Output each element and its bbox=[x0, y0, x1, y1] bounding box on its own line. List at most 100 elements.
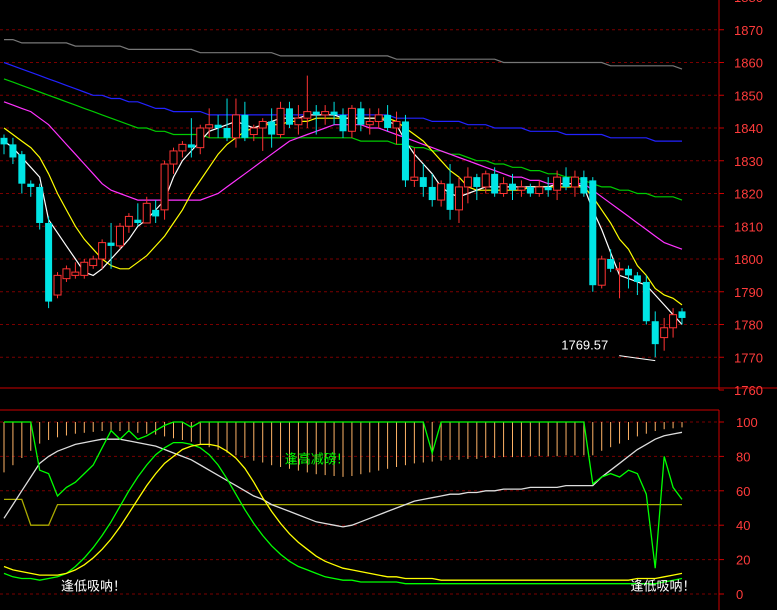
candle-body-up bbox=[347, 107, 356, 132]
candle-body-down bbox=[214, 124, 222, 128]
annotation-label: 逢低吸呐！ bbox=[631, 579, 696, 594]
sub-y-tick-label: 60 bbox=[736, 484, 750, 499]
candle-body-up bbox=[160, 163, 169, 211]
candle-body-up bbox=[553, 176, 562, 191]
candle-body-up bbox=[410, 176, 419, 181]
candle-body-up bbox=[178, 143, 187, 152]
candle-body-up bbox=[392, 120, 401, 129]
sub-y-tick-label: 100 bbox=[736, 415, 758, 430]
candle-body-down bbox=[27, 183, 35, 187]
candle-body-up bbox=[597, 258, 606, 286]
candle-body-down bbox=[18, 154, 26, 184]
candle-body-down bbox=[285, 108, 293, 125]
candle-body-down bbox=[651, 321, 659, 345]
low-marker-line bbox=[619, 355, 656, 362]
candle-body-down bbox=[357, 108, 365, 125]
candle-body-up bbox=[142, 202, 151, 224]
candle-body-down bbox=[589, 180, 597, 286]
ma120-line bbox=[4, 38, 683, 70]
candle-body-up bbox=[615, 268, 624, 271]
candle-body-up bbox=[303, 111, 312, 119]
y-tick-label: 1830 bbox=[734, 154, 763, 169]
olive-line bbox=[4, 498, 682, 526]
indicator-y-axis-ticks: 100 80 60 40 20 0 bbox=[719, 415, 758, 602]
candle-body-down bbox=[491, 173, 499, 194]
candle-body-up bbox=[115, 225, 124, 247]
candle-body-up bbox=[294, 117, 303, 126]
y-tick-label: 1880 bbox=[734, 0, 763, 5]
candle-body-up bbox=[660, 327, 669, 339]
candle-body-down bbox=[509, 183, 516, 191]
candle-body-down bbox=[36, 186, 44, 223]
candle-body-up bbox=[454, 186, 463, 211]
candle-body-up bbox=[321, 111, 330, 116]
candle-body-down bbox=[0, 137, 8, 145]
candle-body-up bbox=[517, 186, 526, 191]
candle-body-up bbox=[98, 242, 107, 260]
y-tick-label: 1850 bbox=[734, 88, 763, 103]
candle-body-down bbox=[268, 121, 276, 135]
candle-body-up bbox=[437, 183, 446, 201]
candle-body-down bbox=[446, 183, 454, 210]
candle-body-down bbox=[428, 186, 436, 201]
candle-body-down bbox=[562, 177, 570, 187]
candle-body-down bbox=[9, 144, 17, 158]
y-tick-label: 1780 bbox=[734, 318, 763, 333]
candle-body-down bbox=[152, 209, 160, 217]
main-y-axis-ticks: 1880 1870 1860 1850 1840 1830 1820 1810 1800 1790… bbox=[719, 0, 763, 398]
candle-body-up bbox=[463, 176, 472, 188]
ma5-line bbox=[3, 114, 683, 325]
candle-body-up bbox=[535, 186, 544, 194]
sub-y-tick-label: 80 bbox=[736, 449, 750, 464]
candle-body-down bbox=[473, 177, 481, 187]
candle-body-up bbox=[53, 274, 62, 296]
candle-body-up bbox=[124, 215, 133, 227]
candle-body-up bbox=[570, 176, 579, 188]
candle-body-down bbox=[580, 177, 588, 194]
candle-body-down bbox=[633, 275, 641, 282]
sub-y-tick-label: 20 bbox=[736, 553, 750, 568]
candle-body-down bbox=[642, 281, 650, 322]
y-tick-label: 1860 bbox=[734, 56, 763, 71]
candle-body-up bbox=[249, 127, 258, 136]
candle-body-down bbox=[526, 186, 534, 194]
low-marker-label: 1769.57 bbox=[561, 338, 608, 353]
candle-body-up bbox=[231, 114, 240, 139]
candle-body-down bbox=[45, 222, 53, 302]
sub-y-tick-label: 40 bbox=[736, 518, 750, 533]
y-tick-label: 1800 bbox=[734, 252, 763, 267]
candle-body-down bbox=[330, 111, 338, 115]
y-tick-label: 1770 bbox=[734, 350, 763, 365]
candle-body-up bbox=[258, 120, 267, 129]
annotation-label: 逢低吸呐！ bbox=[61, 579, 126, 594]
candle-body-up bbox=[205, 124, 214, 129]
candle-body-down bbox=[678, 311, 686, 318]
candle-body-down bbox=[312, 111, 320, 115]
candle-body-up bbox=[169, 150, 178, 165]
moving-average-lines bbox=[3, 38, 683, 325]
candle-body-down bbox=[384, 114, 392, 128]
indicator-bars bbox=[3, 422, 683, 477]
candle-body-up bbox=[374, 114, 383, 122]
candlesticks bbox=[0, 75, 686, 358]
y-tick-label: 1840 bbox=[734, 121, 763, 136]
candle-body-down bbox=[607, 259, 615, 269]
price-chart[interactable]: 1880 1870 1860 1850 1840 1830 1820 1810 1800 1790… bbox=[0, 0, 777, 610]
candle-body-up bbox=[499, 183, 508, 195]
candle-body-down bbox=[187, 144, 195, 148]
y-tick-label: 1820 bbox=[734, 187, 763, 202]
candle-body-up bbox=[669, 314, 678, 329]
candle-body-down bbox=[544, 186, 552, 191]
candle-body-up bbox=[89, 258, 98, 267]
candle-body-up bbox=[276, 107, 285, 136]
candle-body-down bbox=[134, 219, 142, 223]
y-tick-label: 1760 bbox=[734, 383, 763, 398]
candle-body-down bbox=[107, 242, 115, 246]
candle-body-down bbox=[401, 121, 409, 181]
candle-body-down bbox=[624, 268, 632, 276]
candle-body-down bbox=[223, 128, 231, 138]
candle-body-up bbox=[80, 261, 89, 276]
candle-body-up bbox=[365, 120, 374, 126]
ma10-line bbox=[3, 117, 683, 306]
candle-body-up bbox=[481, 173, 490, 188]
